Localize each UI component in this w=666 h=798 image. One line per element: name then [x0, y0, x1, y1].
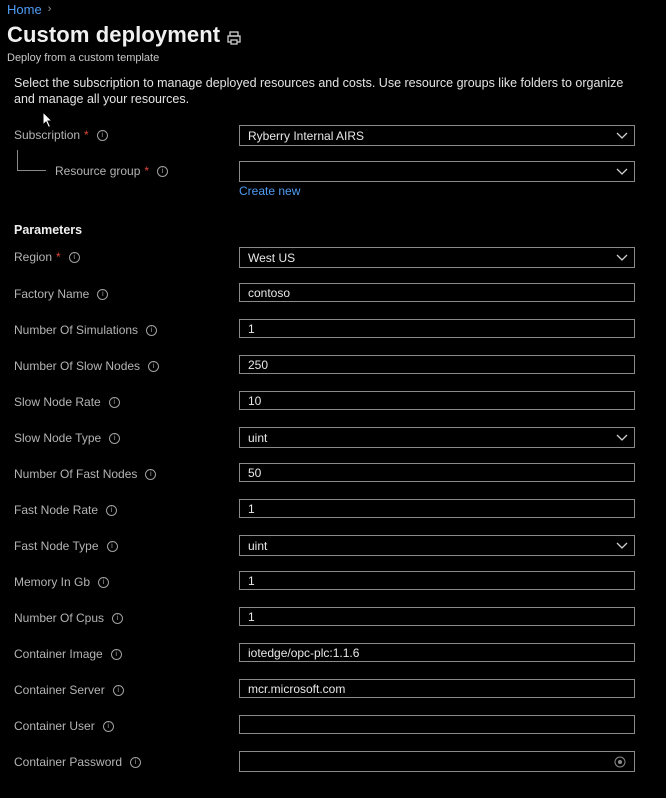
container-password-input[interactable]: [239, 751, 635, 772]
slow-node-rate-input[interactable]: 10: [239, 391, 635, 410]
slow-node-type-label: Slow Node Type i: [14, 428, 121, 448]
info-icon[interactable]: i: [157, 165, 169, 177]
container-image-input[interactable]: iotedge/opc-plc:1.1.6: [239, 643, 635, 662]
info-icon[interactable]: i: [102, 720, 114, 732]
number-of-cpus-label: Number Of Cpus i: [14, 608, 124, 628]
info-icon[interactable]: i: [97, 288, 109, 300]
info-icon[interactable]: i: [106, 540, 118, 552]
number-of-slow-nodes-input[interactable]: 250: [239, 355, 635, 374]
factory-name-label: Factory Name i: [14, 284, 109, 304]
info-icon[interactable]: i: [98, 576, 110, 588]
number-of-slow-nodes-label: Number Of Slow Nodes i: [14, 356, 160, 376]
region-label: Region * i: [14, 247, 80, 267]
required-marker: *: [144, 164, 150, 178]
chevron-down-icon: [616, 542, 628, 549]
region-select[interactable]: West US: [239, 247, 635, 268]
slow-node-type-select[interactable]: uint: [239, 427, 635, 448]
intro-text: Select the subscription to manage deploy…: [14, 76, 624, 106]
breadcrumb-home-link[interactable]: Home: [7, 2, 42, 17]
number-of-cpus-input[interactable]: 1: [239, 607, 635, 626]
required-marker: *: [56, 250, 61, 264]
page-subtitle: Deploy from a custom template: [7, 52, 160, 64]
subscription-select[interactable]: Ryberry Internal AIRS: [239, 125, 635, 146]
print-icon[interactable]: [226, 30, 242, 46]
info-icon[interactable]: i: [130, 756, 142, 768]
chevron-down-icon: [616, 434, 628, 441]
container-password-label: Container Password i: [14, 752, 142, 772]
fast-node-rate-input[interactable]: 1: [239, 499, 635, 518]
info-icon[interactable]: i: [108, 396, 120, 408]
container-server-input[interactable]: mcr.microsoft.com: [239, 679, 635, 698]
required-marker: *: [84, 128, 89, 142]
create-new-link[interactable]: Create new: [239, 184, 300, 198]
chevron-down-icon: [616, 254, 628, 261]
slow-node-rate-label: Slow Node Rate i: [14, 392, 120, 412]
info-icon[interactable]: i: [96, 129, 108, 141]
info-icon[interactable]: i: [145, 468, 157, 480]
container-server-label: Container Server i: [14, 680, 124, 700]
tree-connector: [17, 150, 46, 171]
fast-node-rate-label: Fast Node Rate i: [14, 500, 118, 520]
info-icon[interactable]: i: [112, 612, 124, 624]
container-image-label: Container Image i: [14, 644, 122, 664]
info-icon[interactable]: i: [68, 251, 80, 263]
parameters-heading: Parameters: [14, 223, 83, 237]
breadcrumb: Home ›: [7, 1, 51, 17]
container-user-input[interactable]: [239, 715, 635, 734]
number-of-fast-nodes-input[interactable]: 50: [239, 463, 635, 482]
subscription-label: Subscription * i: [14, 125, 108, 145]
info-icon[interactable]: i: [109, 432, 121, 444]
memory-in-gb-label: Memory In Gb i: [14, 572, 110, 592]
page-title: Custom deployment: [7, 22, 221, 47]
fast-node-type-select[interactable]: uint: [239, 535, 635, 556]
info-icon[interactable]: i: [106, 504, 118, 516]
number-of-fast-nodes-label: Number Of Fast Nodes i: [14, 464, 157, 484]
number-of-simulations-input[interactable]: 1: [239, 319, 635, 338]
fast-node-type-label: Fast Node Type i: [14, 536, 118, 556]
info-icon[interactable]: i: [146, 324, 158, 336]
info-icon[interactable]: i: [112, 684, 124, 696]
reveal-password-icon[interactable]: [614, 756, 626, 768]
factory-name-input[interactable]: contoso: [239, 283, 635, 302]
resource-group-select[interactable]: [239, 161, 635, 182]
custom-deployment-page: Home › Custom deployment Deploy from a c…: [0, 0, 666, 798]
info-icon[interactable]: i: [148, 360, 160, 372]
resource-group-label: Resource group * i: [55, 161, 169, 181]
memory-in-gb-input[interactable]: 1: [239, 571, 635, 590]
number-of-simulations-label: Number Of Simulations i: [14, 320, 158, 340]
chevron-down-icon: [616, 132, 628, 139]
breadcrumb-chevron-icon: ›: [47, 3, 52, 15]
info-icon[interactable]: i: [110, 648, 122, 660]
container-user-label: Container User i: [14, 716, 114, 736]
chevron-down-icon: [616, 168, 628, 175]
